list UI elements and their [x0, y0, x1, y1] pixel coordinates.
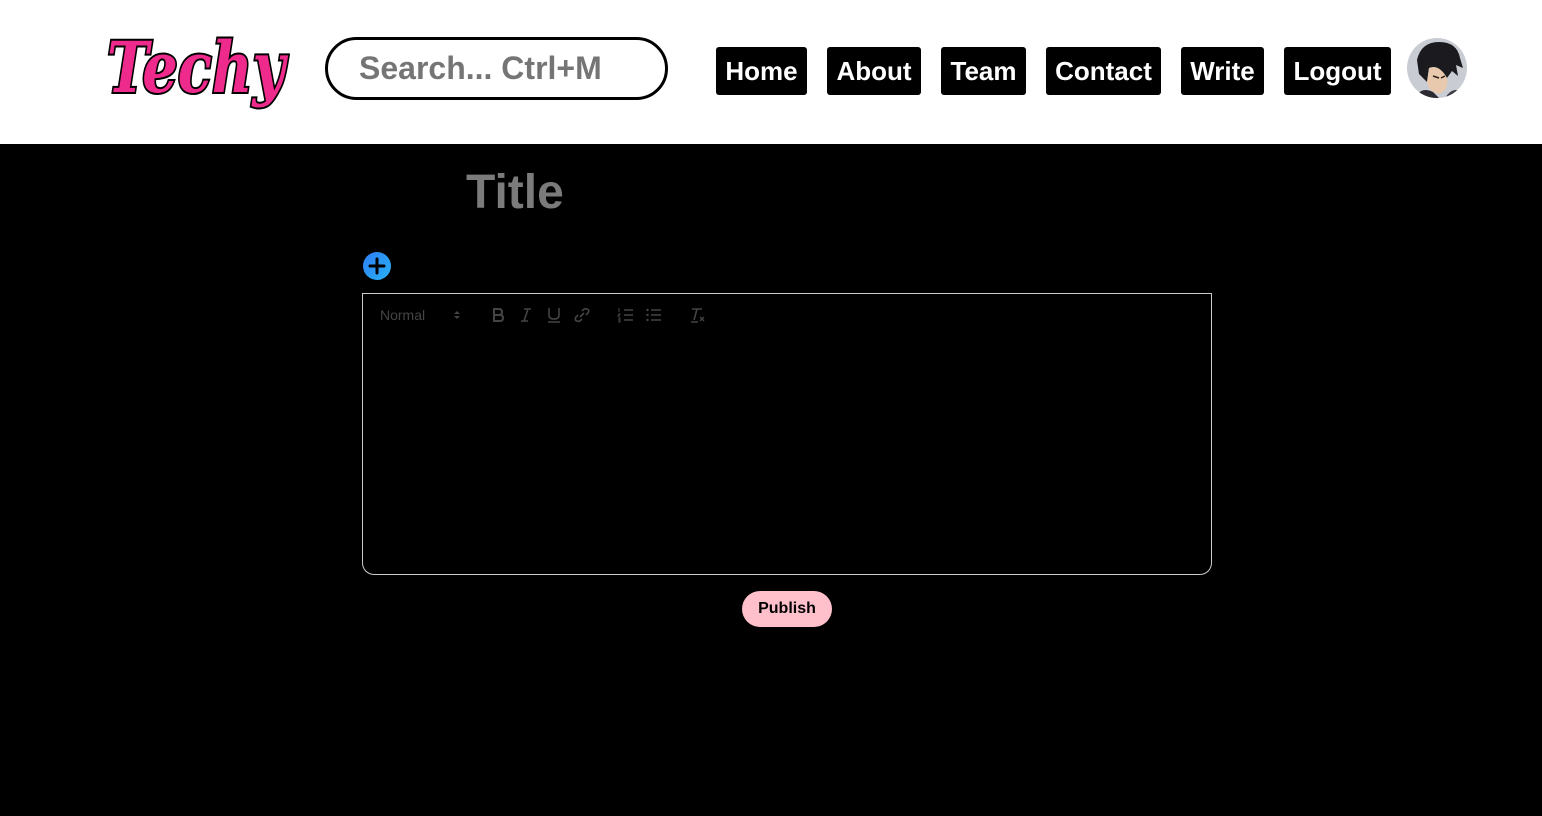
- plus-circle-icon: [363, 252, 391, 280]
- picker-arrows-icon: [454, 311, 460, 319]
- link-button[interactable]: [572, 305, 592, 325]
- bold-button[interactable]: [488, 305, 508, 325]
- clear-format-icon: [691, 308, 705, 323]
- bullet-list-icon: [646, 308, 661, 322]
- logo-text: Techy: [107, 26, 288, 109]
- ordered-list-button[interactable]: [616, 305, 636, 325]
- ordered-list-icon: [616, 308, 633, 323]
- top-navbar: Techy Home About Team Contact Write Logo…: [0, 0, 1542, 144]
- bullet-list-button[interactable]: [644, 305, 664, 325]
- post-title-input[interactable]: [466, 160, 1166, 224]
- avatar-image: [1407, 38, 1467, 98]
- header-format-label: Normal: [380, 307, 426, 323]
- nav-team-button[interactable]: Team: [941, 47, 1026, 95]
- editor-content-area[interactable]: [362, 334, 1212, 575]
- user-avatar[interactable]: [1407, 38, 1467, 98]
- underline-icon: [548, 308, 560, 323]
- techy-logo[interactable]: Techy: [104, 22, 290, 132]
- italic-icon: [521, 308, 531, 322]
- header-format-picker[interactable]: Normal: [380, 306, 466, 324]
- bold-icon: [493, 308, 505, 322]
- nav-logout-button[interactable]: Logout: [1284, 47, 1391, 95]
- underline-button[interactable]: [544, 305, 564, 325]
- clear-format-button[interactable]: [688, 305, 708, 325]
- nav-home-button[interactable]: Home: [716, 47, 807, 95]
- nav-about-button[interactable]: About: [827, 47, 921, 95]
- link-icon: [574, 307, 590, 323]
- nav-contact-button[interactable]: Contact: [1046, 47, 1161, 95]
- italic-button[interactable]: [516, 305, 536, 325]
- add-image-button[interactable]: [363, 252, 391, 280]
- editor-toolbar: Normal: [362, 293, 1212, 335]
- rich-text-editor: Normal: [362, 293, 1212, 575]
- search-input[interactable]: [325, 37, 668, 100]
- publish-button[interactable]: Publish: [742, 591, 832, 627]
- nav-write-button[interactable]: Write: [1181, 47, 1264, 95]
